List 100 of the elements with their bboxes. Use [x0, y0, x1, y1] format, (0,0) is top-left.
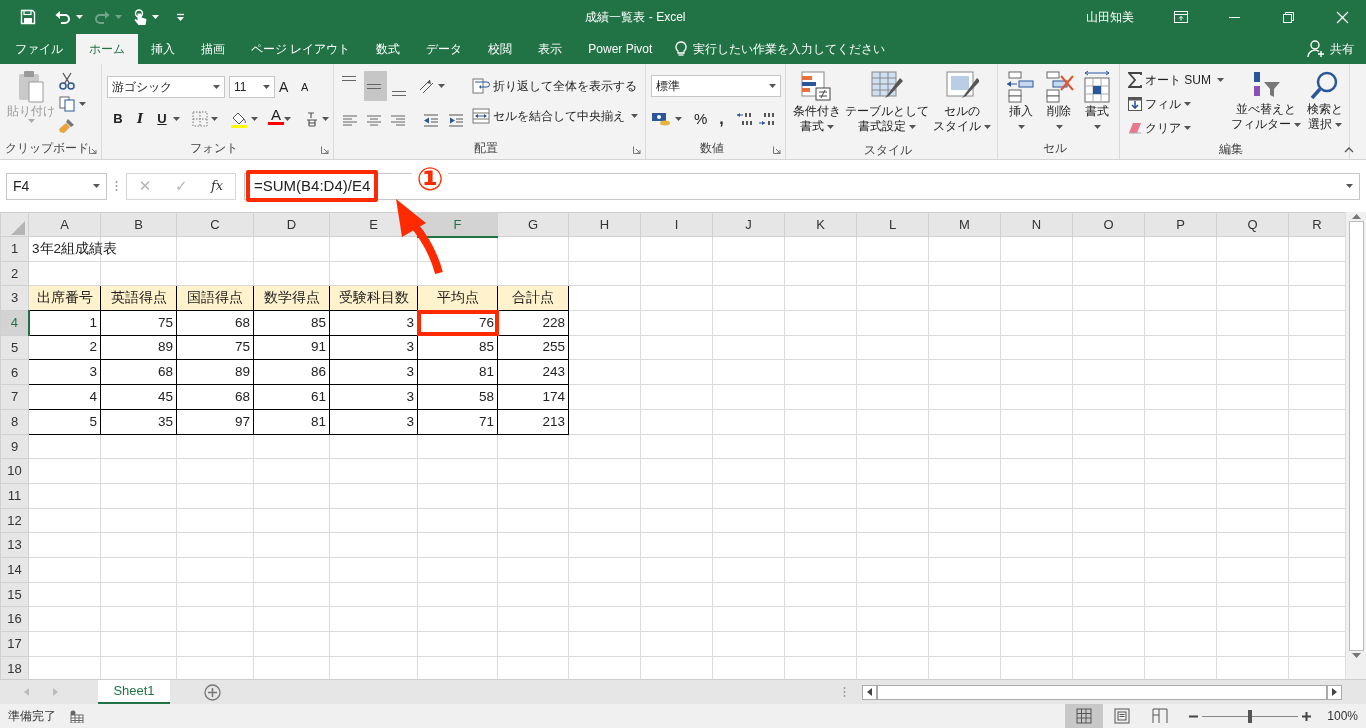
caret-icon[interactable]: [152, 15, 159, 19]
row-header[interactable]: 10: [0, 458, 29, 484]
caret-icon[interactable]: [322, 117, 329, 121]
caret-icon[interactable]: [1184, 102, 1191, 106]
hand-icon[interactable]: [133, 8, 147, 26]
add-sheet-icon[interactable]: [204, 683, 221, 701]
find-select-button[interactable]: 検索と 選択: [1305, 68, 1345, 140]
shrink-font-button[interactable]: A: [301, 75, 319, 99]
caret-icon[interactable]: [263, 85, 270, 89]
comma-style-button[interactable]: ,: [719, 107, 724, 131]
underline-button[interactable]: U: [151, 107, 173, 131]
column-header[interactable]: R: [1288, 212, 1345, 237]
merge-center-button[interactable]: セルを結合して中央揃え: [469, 104, 641, 128]
clear-button[interactable]: クリア: [1125, 116, 1227, 140]
increase-decimal-icon[interactable]: [735, 111, 754, 127]
sort-filter-button[interactable]: 並べ替えと フィルター: [1229, 68, 1303, 140]
scroll-down-icon[interactable]: [1351, 653, 1361, 658]
bold-button[interactable]: B: [107, 107, 129, 131]
zoom-out-icon[interactable]: [1189, 714, 1199, 718]
cells-delete-button[interactable]: 削除: [1041, 68, 1077, 139]
caret-icon[interactable]: [251, 117, 258, 121]
font-size-dropdown[interactable]: 11: [229, 76, 275, 98]
row-header[interactable]: 14: [0, 557, 29, 583]
column-header[interactable]: L: [856, 212, 929, 237]
slider-thumb[interactable]: [1248, 709, 1253, 723]
caret-icon[interactable]: [211, 117, 218, 121]
undo-icon[interactable]: [55, 10, 71, 24]
fill-bucket-icon[interactable]: [230, 110, 248, 128]
scroll-left-button[interactable]: [862, 684, 877, 700]
fill-button[interactable]: フィル: [1125, 92, 1227, 116]
ribbon-tab[interactable]: 挿入: [138, 34, 188, 64]
caret-icon[interactable]: [1335, 122, 1342, 127]
ribbon-tab[interactable]: 表示: [525, 34, 576, 64]
autosum-button[interactable]: オート SUM: [1125, 68, 1227, 92]
caret-icon[interactable]: [284, 117, 291, 121]
ribbon-tab[interactable]: 描画: [188, 34, 238, 64]
horizontal-scrollbar[interactable]: [877, 684, 1327, 700]
row-header[interactable]: 15: [0, 582, 29, 607]
font-name-dropdown[interactable]: 游ゴシック: [107, 76, 225, 98]
caret-icon[interactable]: [827, 124, 834, 129]
caret-icon[interactable]: [1093, 125, 1101, 129]
row-header[interactable]: 13: [0, 532, 29, 558]
formula-text[interactable]: =SUM(B4:D4)/E4: [254, 176, 371, 194]
cells-insert-button[interactable]: 挿入: [1003, 68, 1039, 139]
caret-icon[interactable]: [675, 117, 682, 121]
caret-icon[interactable]: [1055, 125, 1063, 129]
caret-icon[interactable]: [1017, 125, 1025, 129]
wrap-text-button[interactable]: 折り返して全体を表示する: [469, 74, 641, 98]
row-header[interactable]: 17: [0, 631, 29, 657]
column-header[interactable]: N: [1000, 212, 1073, 237]
view-button[interactable]: [1065, 704, 1104, 728]
decrease-indent-icon[interactable]: [423, 112, 439, 128]
ribbon-tab[interactable]: ホーム: [76, 34, 138, 64]
caret-icon[interactable]: [1217, 78, 1224, 82]
row-header[interactable]: 11: [0, 483, 29, 509]
row-header[interactable]: 9: [0, 434, 29, 459]
column-header[interactable]: B: [100, 212, 177, 237]
row-header[interactable]: 5: [0, 335, 29, 360]
caret-icon[interactable]: [631, 114, 638, 118]
caret-icon[interactable]: [79, 102, 86, 106]
currency-icon[interactable]: [651, 111, 671, 127]
ribbon-tab[interactable]: 校閲: [475, 34, 526, 64]
macro-record-icon[interactable]: [70, 709, 84, 723]
column-header[interactable]: H: [568, 212, 641, 237]
cells-format-button[interactable]: 書式: [1079, 68, 1115, 139]
italic-button[interactable]: I: [129, 107, 151, 131]
orientation-icon[interactable]: [418, 78, 436, 94]
ribbon-tab[interactable]: ページ レイアウト: [238, 34, 364, 64]
search-field[interactable]: 実行したい作業を入力してください: [693, 40, 886, 58]
row-header[interactable]: 4: [0, 310, 29, 336]
style-button[interactable]: セルの スタイル: [931, 68, 993, 142]
scissors-icon[interactable]: [59, 72, 75, 90]
caret-icon[interactable]: [1346, 184, 1353, 188]
scrollbar-thumb[interactable]: [1348, 221, 1364, 651]
caret-icon[interactable]: [769, 84, 776, 88]
percent-button[interactable]: %: [694, 107, 708, 131]
restore-icon[interactable]: [1282, 10, 1296, 24]
row-header[interactable]: 18: [0, 656, 29, 679]
column-header[interactable]: I: [640, 212, 713, 237]
ribbon-tab[interactable]: データ: [413, 34, 476, 64]
caret-icon[interactable]: [1294, 122, 1301, 127]
increase-indent-icon[interactable]: [448, 112, 464, 128]
style-button[interactable]: テーブルとして 書式設定: [843, 68, 931, 142]
caret-icon[interactable]: [1184, 126, 1191, 130]
row-header[interactable]: 1: [0, 236, 29, 262]
column-header[interactable]: F: [417, 212, 498, 237]
row-header[interactable]: 6: [0, 359, 29, 385]
customize-menu-icon[interactable]: [176, 12, 185, 22]
number-format-dropdown[interactable]: 標準: [651, 75, 781, 97]
row-header[interactable]: 16: [0, 606, 29, 632]
scroll-right-button[interactable]: [1327, 684, 1342, 700]
caret-icon[interactable]: [173, 117, 180, 121]
caret-icon[interactable]: [76, 15, 83, 19]
column-header[interactable]: A: [28, 212, 101, 237]
column-header[interactable]: D: [253, 212, 330, 237]
row-header[interactable]: 8: [0, 409, 29, 434]
caret-icon[interactable]: [984, 124, 991, 129]
sheet-tab[interactable]: Sheet1: [98, 679, 170, 705]
style-button[interactable]: 条件付き 書式: [791, 68, 843, 142]
save-icon[interactable]: [20, 9, 36, 25]
